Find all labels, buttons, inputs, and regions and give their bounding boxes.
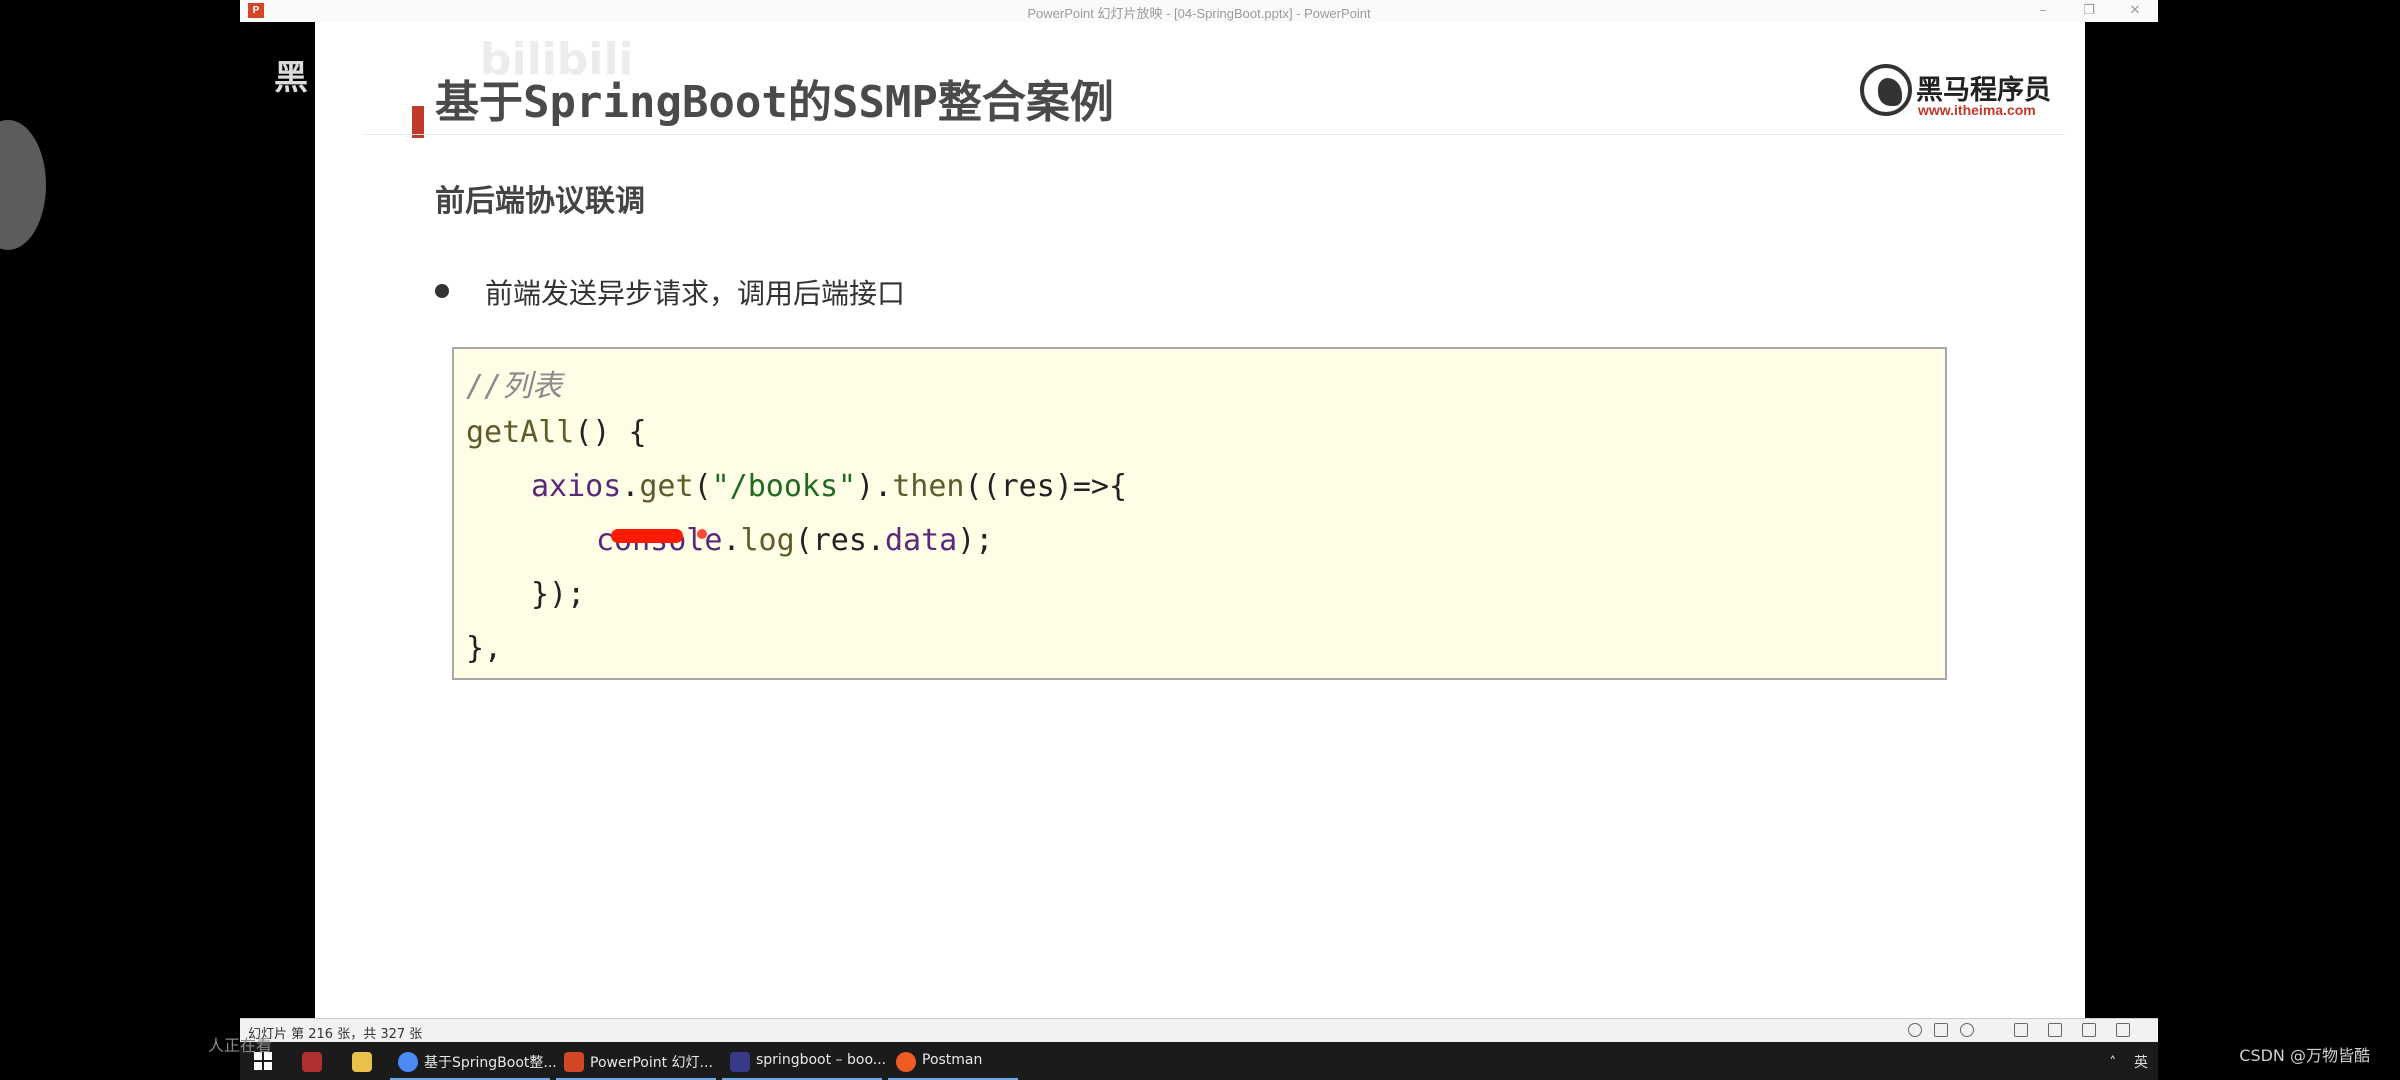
window-title: PowerPoint 幻灯片放映 - [04-SpringBoot.pptx] … bbox=[1027, 6, 1371, 21]
code-line-fn: getAll() { bbox=[466, 415, 647, 450]
code-dot: . bbox=[722, 523, 741, 558]
code-line-axios: axios.get("/books").then((res)=>{ bbox=[531, 469, 1127, 504]
horse-icon bbox=[1878, 78, 1902, 106]
powerpoint-window: P PowerPoint 幻灯片放映 - [04-SpringBoot.pptx… bbox=[240, 0, 2158, 1043]
taskbar-item-label: PowerPoint 幻灯... bbox=[590, 1055, 713, 1071]
code-comment: //列表 bbox=[466, 369, 563, 404]
grid-app-icon bbox=[302, 1052, 322, 1072]
powerpoint-icon bbox=[564, 1052, 584, 1072]
code-dot: . bbox=[621, 469, 640, 504]
taskbar-item-label: 基于SpringBoot整... bbox=[424, 1055, 557, 1071]
code-fn-name: getAll bbox=[466, 415, 575, 450]
taskbar-item-label: springboot – boo... bbox=[756, 1052, 887, 1068]
code-then-args: ((res)=>{ bbox=[964, 469, 1128, 504]
slide-menu-icon[interactable] bbox=[1934, 1023, 1948, 1037]
prev-slide-icon[interactable] bbox=[1908, 1023, 1922, 1037]
next-slide-icon[interactable] bbox=[1960, 1023, 1974, 1037]
minimize-button[interactable]: – bbox=[2020, 0, 2066, 22]
floating-circle-overlay[interactable] bbox=[0, 120, 46, 250]
code-close-fn: }, bbox=[466, 631, 503, 666]
code-log: log bbox=[740, 523, 795, 558]
slide[interactable]: 基于SpringBoot的SSMP整合案例 黑马程序员 www.itheima.… bbox=[315, 22, 2085, 1018]
system-tray[interactable]: ˄ 英 bbox=[2109, 1052, 2148, 1072]
reading-view-icon[interactable] bbox=[2082, 1023, 2096, 1037]
itheima-logo: 黑马程序员 www.itheima.com bbox=[1860, 62, 2051, 122]
code-fn-rest: () { bbox=[574, 415, 647, 450]
code-close-then: }); bbox=[531, 577, 586, 612]
code-line-close-fn: }, bbox=[466, 631, 502, 666]
code-log-close: ); bbox=[957, 523, 994, 558]
taskbar: 基于SpringBoot整... PowerPoint 幻灯... spring… bbox=[240, 1042, 2158, 1080]
taskbar-item-postman[interactable]: Postman bbox=[888, 1042, 1018, 1080]
code-log-open: (res. bbox=[794, 523, 885, 558]
taskbar-item-intellij[interactable]: springboot – boo... bbox=[722, 1042, 886, 1080]
code-get: get bbox=[639, 469, 694, 504]
restore-button[interactable]: ❐ bbox=[2066, 0, 2112, 22]
chrome-icon bbox=[398, 1052, 418, 1072]
status-bar: 幻灯片 第 216 张，共 327 张 bbox=[240, 1018, 2158, 1043]
taskbar-item-label: Postman bbox=[922, 1052, 983, 1068]
code-data: data bbox=[885, 523, 958, 558]
slideshow-view-icon[interactable] bbox=[2116, 1023, 2130, 1037]
code-line-comment: //列表 bbox=[466, 361, 562, 405]
input-language[interactable]: 英 bbox=[2134, 1055, 2148, 1071]
red-pen-annotation bbox=[611, 529, 683, 543]
title-bar: P PowerPoint 幻灯片放映 - [04-SpringBoot.pptx… bbox=[240, 0, 2158, 23]
folder-icon bbox=[352, 1052, 372, 1072]
postman-icon bbox=[896, 1052, 916, 1072]
code-block: //列表 getAll() { axios.get("/books").then… bbox=[452, 347, 1947, 680]
logo-url: www.itheima.com bbox=[1918, 102, 2036, 118]
bullet-icon bbox=[435, 284, 449, 298]
task-view-icon[interactable] bbox=[300, 1042, 324, 1080]
slide-counter: 幻灯片 第 216 张，共 327 张 bbox=[248, 1027, 423, 1042]
chevron-up-icon[interactable]: ˄ bbox=[2109, 1055, 2116, 1071]
laser-pointer-dot bbox=[697, 529, 707, 539]
code-line-close-then: }); bbox=[531, 577, 585, 612]
csdn-watermark: CSDN @万物皆酷 bbox=[2239, 1046, 2370, 1065]
bullet-text: 前端发送异步请求，调用后端接口 bbox=[485, 277, 906, 310]
title-divider bbox=[365, 134, 2065, 135]
normal-view-icon[interactable] bbox=[2014, 1023, 2028, 1037]
file-explorer-icon[interactable] bbox=[350, 1042, 374, 1080]
code-paren-close: ). bbox=[856, 469, 893, 504]
intellij-icon bbox=[730, 1052, 750, 1072]
taskbar-item-powerpoint[interactable]: PowerPoint 幻灯... bbox=[556, 1042, 716, 1080]
section-title: 前后端协议联调 bbox=[435, 184, 645, 219]
code-axios: axios bbox=[531, 469, 622, 504]
code-url: "/books" bbox=[711, 469, 857, 504]
close-button[interactable]: ✕ bbox=[2112, 0, 2158, 22]
code-paren: ( bbox=[693, 469, 712, 504]
viewer-count-text: 人正在看 bbox=[208, 1036, 273, 1055]
code-then: then bbox=[892, 469, 965, 504]
slideshow-area: 基于SpringBoot的SSMP整合案例 黑马程序员 www.itheima.… bbox=[240, 22, 2158, 1040]
horse-logo-icon bbox=[1860, 64, 1912, 116]
slide-sorter-icon[interactable] bbox=[2048, 1023, 2062, 1037]
watermark-text: 黑 bbox=[274, 58, 308, 98]
taskbar-item-chrome[interactable]: 基于SpringBoot整... bbox=[390, 1042, 557, 1080]
bilibili-watermark: bilibili bbox=[480, 34, 634, 85]
